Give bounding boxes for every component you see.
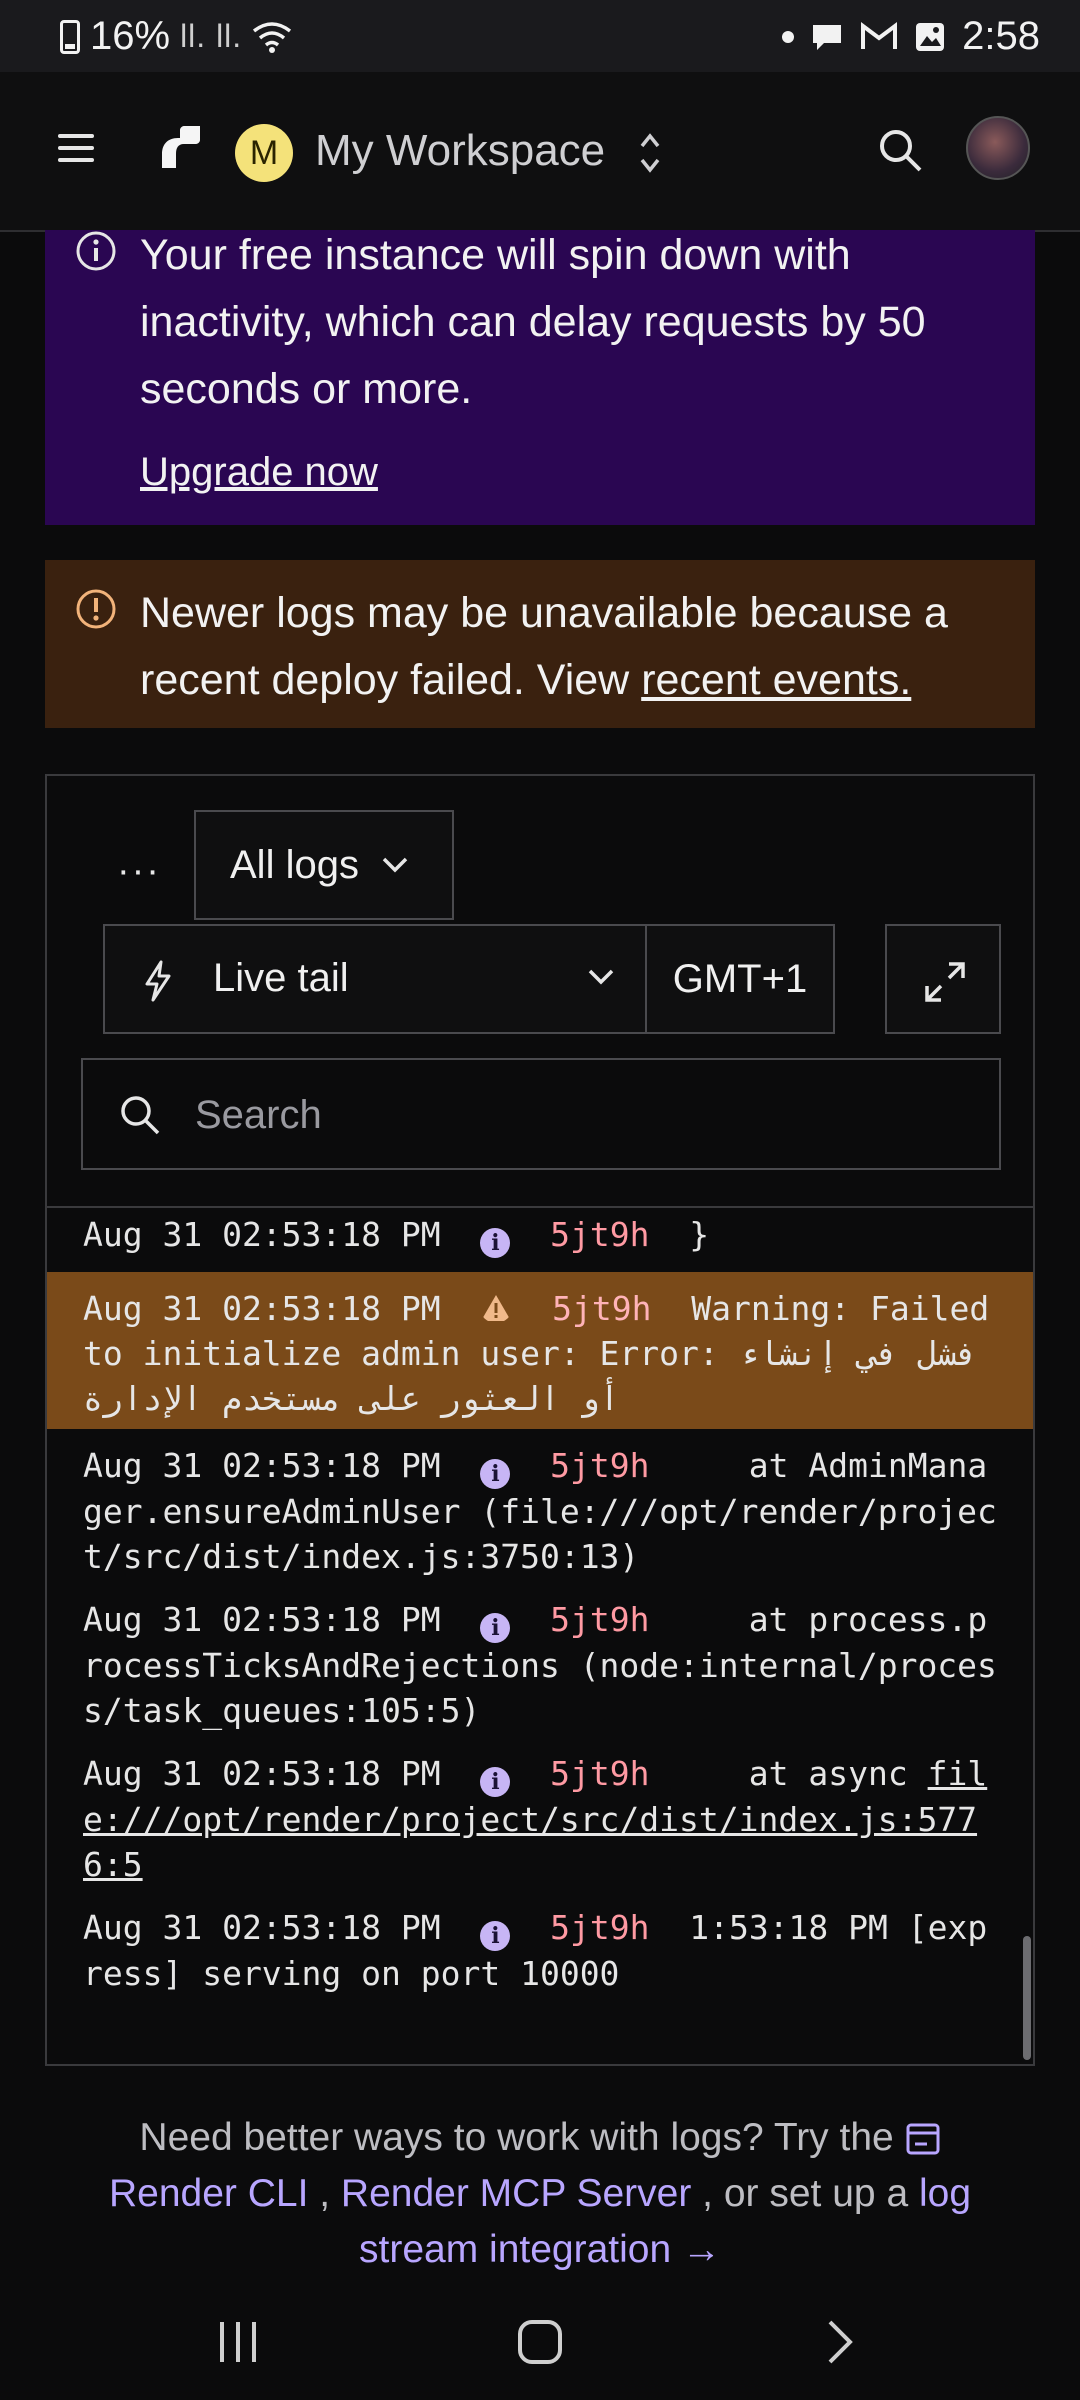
log-timestamp: Aug 31 02:53:18 PM [83,1600,441,1639]
free-instance-banner: Your free instance will spin down with i… [45,230,1035,525]
log-instance[interactable]: 5jt9h [550,1754,649,1793]
chevron-down-icon [382,857,408,873]
workspace-avatar[interactable]: M [235,124,293,182]
logs-help-note: Need better ways to work with logs? Try … [60,2110,1020,2278]
log-line: Aug 31 02:53:18 PM i 5jt9h at process.pr… [47,1593,1033,1747]
workspace-switcher-icon[interactable] [636,122,664,182]
timezone-button[interactable]: GMT+1 [645,924,835,1034]
log-line-warning: Aug 31 02:53:18 PM 5jt9h Warning: Failed… [47,1272,1033,1429]
help-text: , or set up a [691,2172,919,2215]
render-cli-link[interactable]: Render CLI [109,2172,308,2215]
log-scrollbar[interactable] [1023,1936,1031,2060]
log-instance[interactable]: 5jt9h [550,1446,649,1485]
warning-icon [481,1295,512,1321]
log-timestamp: Aug 31 02:53:18 PM [83,1908,441,1947]
signal-icon: ll. ll. [180,18,243,54]
log-timestamp: Aug 31 02:53:18 PM [83,1215,441,1254]
log-search-input[interactable] [193,1086,957,1144]
log-line: Aug 31 02:53:18 PM i 5jt9h 1:53:18 PM [e… [47,1901,1033,2010]
clock: 2:58 [962,14,1040,58]
log-line: Aug 31 02:53:18 PM i 5jt9h at AdminManag… [47,1429,1033,1593]
log-search[interactable] [81,1058,1001,1170]
log-instance[interactable]: 5jt9h [552,1289,651,1328]
more-options-button[interactable]: ··· [117,850,161,893]
log-line: Aug 31 02:53:18 PM i 5jt9h } [47,1208,1033,1272]
status-bar: 16% ll. ll. 2:58 [0,0,1080,72]
chat-icon [813,24,842,50]
live-tail-label: Live tail [213,956,349,1000]
log-timestamp: Aug 31 02:53:18 PM [83,1446,441,1485]
system-navigation-bar [0,2290,1080,2400]
menu-icon[interactable] [58,134,94,170]
info-level-icon: i [480,1459,511,1489]
deploy-failed-banner: Newer logs may be unavailable because a … [45,560,1035,728]
log-message: } [689,1215,710,1254]
workspace-name[interactable]: My Workspace [315,126,605,176]
log-instance[interactable]: 5jt9h [550,1908,649,1947]
upgrade-now-link[interactable]: Upgrade now [140,450,378,495]
home-icon[interactable] [516,2318,564,2368]
notification-dot-icon [782,30,795,43]
live-tail-dropdown[interactable]: Live tail [103,924,647,1034]
separator: , [308,2172,341,2215]
battery-icon [60,19,80,54]
info-level-icon: i [480,1767,511,1797]
gallery-icon [916,22,945,51]
render-mcp-link[interactable]: Render MCP Server [341,2172,691,2215]
log-filter-dropdown[interactable]: All logs [194,810,454,920]
info-level-icon: i [480,1613,511,1643]
fullscreen-button[interactable] [885,924,1001,1034]
gmail-icon [861,21,898,49]
search-icon [121,1096,160,1135]
chevron-down-icon [588,969,614,985]
expand-icon [925,962,965,1002]
back-icon[interactable] [820,2318,860,2368]
render-logo-icon[interactable] [156,124,204,172]
log-instance[interactable]: 5jt9h [550,1600,649,1639]
log-filter-label: All logs [230,842,359,887]
search-icon[interactable] [876,126,924,174]
log-timestamp: Aug 31 02:53:18 PM [83,1289,441,1328]
log-instance[interactable]: 5jt9h [550,1215,649,1254]
log-timestamp: Aug 31 02:53:18 PM [83,1754,441,1793]
user-avatar[interactable] [966,116,1030,180]
log-line: Aug 31 02:53:18 PM i 5jt9h at async file… [47,1747,1033,1901]
log-panel: ··· All logs Live tail GMT+1 Aug 31 02:5… [45,774,1035,2066]
terminal-icon [906,2123,940,2155]
help-text: Need better ways to work with logs? Try … [139,2116,894,2159]
recent-apps-icon[interactable] [216,2318,262,2368]
wifi-icon [253,21,292,53]
alert-icon [76,589,116,629]
free-instance-message: Your free instance will spin down with i… [140,231,926,413]
info-level-icon: i [480,1921,511,1951]
lightning-icon [145,960,171,1002]
info-level-icon: i [480,1228,511,1258]
deploy-failed-message: Newer logs may be unavailable because a … [140,580,1020,714]
log-message: at async [649,1754,928,1793]
info-icon [76,231,116,271]
top-navigation: M My Workspace [0,72,1080,232]
log-list: Aug 31 02:53:18 PM i 5jt9h } Aug 31 02:5… [47,1208,1033,2010]
recent-events-link[interactable]: recent events. [641,656,911,704]
battery-level: 16% [90,14,171,58]
